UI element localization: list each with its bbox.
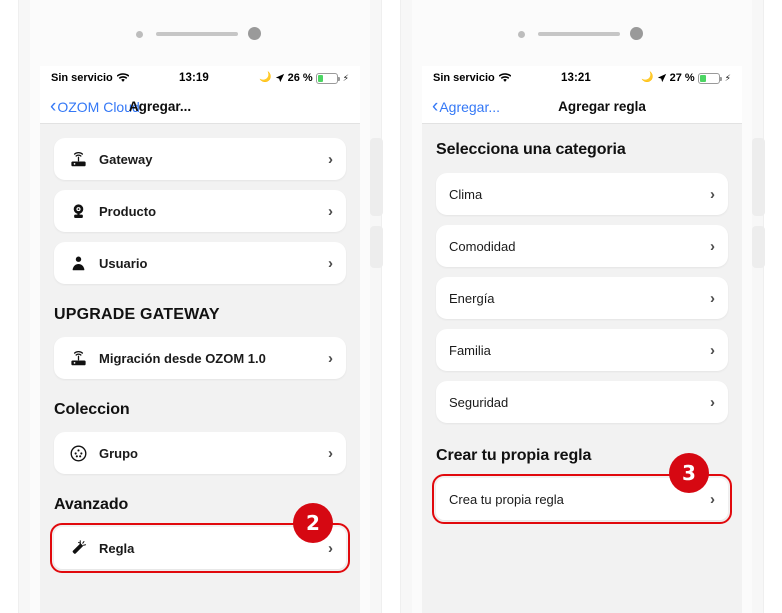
battery-icon <box>315 72 340 84</box>
list-item-gateway[interactable]: Gateway › <box>54 138 346 180</box>
gateway-router-icon <box>67 347 89 369</box>
list-item-producto[interactable]: Producto › <box>54 190 346 232</box>
wifi-icon <box>498 73 511 83</box>
chevron-right-icon: › <box>710 185 715 203</box>
location-arrow-icon <box>275 73 285 83</box>
chevron-right-icon: › <box>710 289 715 307</box>
carrier-label: Sin servicio <box>433 72 495 84</box>
chevron-right-icon: › <box>710 341 715 359</box>
step-badge-2: 2 <box>293 503 333 543</box>
wifi-icon <box>116 73 129 83</box>
chevron-right-icon: › <box>328 254 333 272</box>
list-item-label: Usuario <box>99 255 148 271</box>
user-person-icon <box>67 252 89 274</box>
device-volume-down-button-right <box>752 226 765 268</box>
list-item-label: Familia <box>449 342 491 358</box>
battery-fill <box>317 74 324 82</box>
chevron-right-icon: › <box>710 490 715 508</box>
list-item-label: Crea tu propia regla <box>449 491 564 507</box>
status-bar: Sin servicio 13:21 🌙 27 % ⚡ <box>422 66 742 90</box>
chevron-left-icon: ‹ <box>432 96 439 117</box>
screenshot-root: Sin servicio 13:19 🌙 26 % ⚡ ‹ OZOM Cloud… <box>0 0 782 613</box>
list-item-usuario[interactable]: Usuario › <box>54 242 346 284</box>
back-button-label: Agregar... <box>439 98 501 115</box>
slider-dot-small-icon <box>518 31 525 38</box>
list-item-label: Energía <box>449 290 495 306</box>
section-header-selecciona-categoria: Selecciona una categoria <box>436 141 626 158</box>
status-bar-right: 🌙 27 % ⚡ <box>641 72 731 84</box>
status-bar-time: 13:19 <box>178 72 209 84</box>
chevron-right-icon: › <box>710 237 715 255</box>
back-button[interactable]: ‹ OZOM Cloud <box>50 97 140 116</box>
lightning-bolt-icon: ⚡ <box>724 72 731 83</box>
list-item-familia[interactable]: Familia › <box>436 329 728 371</box>
carousel-slider-indicator-left[interactable] <box>136 27 262 41</box>
gateway-router-icon <box>67 148 89 170</box>
status-bar: Sin servicio 13:19 🌙 26 % ⚡ <box>40 66 360 90</box>
step-badge-3: 3 <box>669 453 709 493</box>
list-item-migracion[interactable]: Migración desde OZOM 1.0 › <box>54 337 346 379</box>
camera-product-icon <box>67 200 89 222</box>
carrier-label: Sin servicio <box>51 72 113 84</box>
list-item-seguridad[interactable]: Seguridad › <box>436 381 728 423</box>
chevron-right-icon: › <box>328 150 333 168</box>
chevron-right-icon: › <box>710 393 715 411</box>
navigation-bar: ‹ OZOM Cloud Agregar... <box>40 90 360 124</box>
battery-icon <box>697 72 722 84</box>
list-item-grupo[interactable]: Grupo › <box>54 432 346 474</box>
back-button-label: OZOM Cloud <box>57 98 140 115</box>
list-item-label: Clima <box>449 186 483 202</box>
list-item-clima[interactable]: Clima › <box>436 173 728 215</box>
list-item-label: Producto <box>99 203 157 219</box>
section-header-coleccion: Coleccion <box>54 401 130 418</box>
carousel-slider-indicator-right[interactable] <box>518 27 644 41</box>
list-item-label: Grupo <box>99 445 138 461</box>
chevron-right-icon: › <box>328 202 333 220</box>
battery-percent-label: 27 % <box>669 72 695 84</box>
device-volume-down-button-left <box>370 226 383 268</box>
slider-handle-icon[interactable] <box>248 27 261 40</box>
chevron-left-icon: ‹ <box>50 96 57 117</box>
magic-wand-rule-icon <box>67 537 89 559</box>
status-bar-right: 🌙 26 % ⚡ <box>259 72 349 84</box>
slider-track[interactable] <box>538 32 620 36</box>
list-item-label: Regla <box>99 540 135 556</box>
device-volume-up-button-left <box>370 138 383 216</box>
battery-fill <box>699 74 706 82</box>
battery-percent-label: 26 % <box>287 72 313 84</box>
slider-handle-icon[interactable] <box>630 27 643 40</box>
chevron-right-icon: › <box>328 444 333 462</box>
device-volume-up-button-right <box>752 138 765 216</box>
location-arrow-icon <box>657 73 667 83</box>
status-bar-left: Sin servicio <box>51 72 129 84</box>
moon-icon: 🌙 <box>259 72 272 83</box>
moon-icon: 🌙 <box>641 72 654 83</box>
list-item-comodidad[interactable]: Comodidad › <box>436 225 728 267</box>
slider-track[interactable] <box>156 32 238 36</box>
list-item-label: Migración desde OZOM 1.0 <box>99 350 266 366</box>
list-item-label: Comodidad <box>449 238 516 254</box>
section-header-upgrade-gateway: UPGRADE GATEWAY <box>54 306 220 323</box>
chevron-right-icon: › <box>328 349 333 367</box>
phone-screen-right: Sin servicio 13:21 🌙 27 % ⚡ ‹ Agregar...… <box>422 66 742 613</box>
back-button[interactable]: ‹ Agregar... <box>432 97 500 116</box>
chevron-right-icon: › <box>328 539 333 557</box>
group-grid-icon <box>67 442 89 464</box>
list-item-label: Seguridad <box>449 394 509 410</box>
status-bar-time: 13:21 <box>560 72 591 84</box>
list-item-label: Gateway <box>99 151 153 167</box>
lightning-bolt-icon: ⚡ <box>342 72 349 83</box>
status-bar-left: Sin servicio <box>433 72 511 84</box>
slider-dot-small-icon <box>136 31 143 38</box>
list-item-energia[interactable]: Energía › <box>436 277 728 319</box>
navigation-bar: ‹ Agregar... Agregar regla <box>422 90 742 124</box>
